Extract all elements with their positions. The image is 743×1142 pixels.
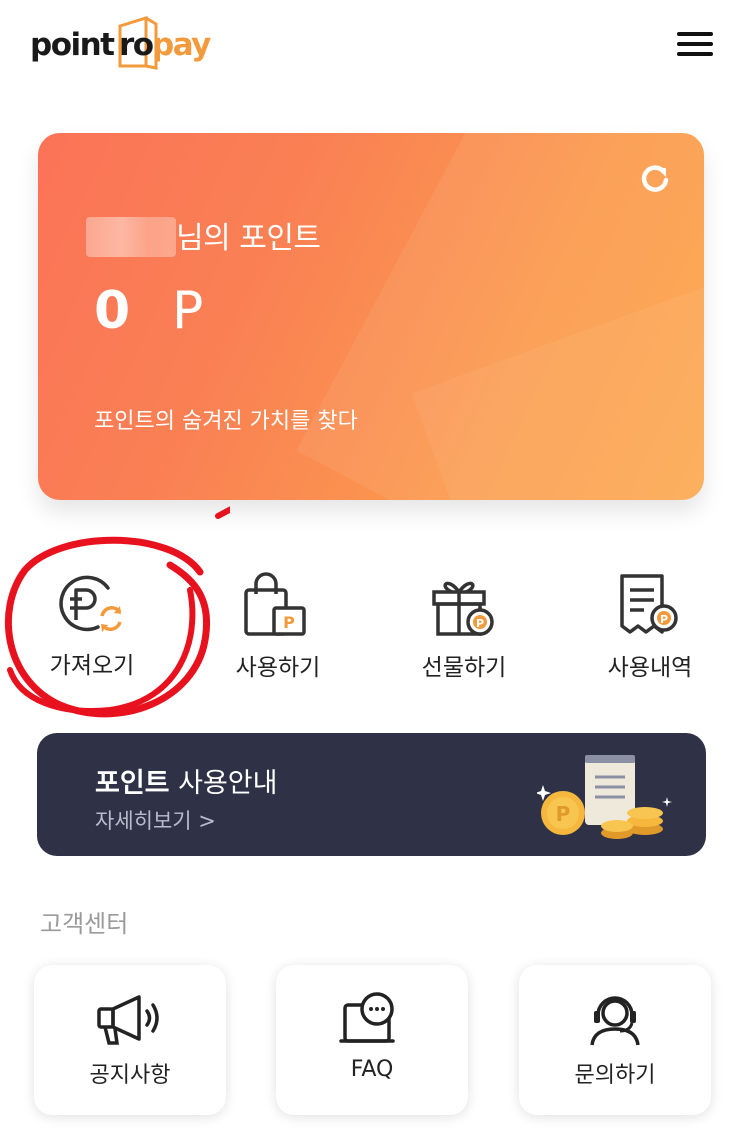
headset-agent-icon	[590, 996, 640, 1046]
refresh-icon[interactable]	[635, 158, 675, 198]
svg-text:P: P	[660, 613, 668, 626]
notice-button[interactable]: 공지사항	[34, 965, 226, 1115]
svg-text:P: P	[283, 613, 295, 632]
header: point ro pay	[0, 0, 743, 100]
guide-detail-link[interactable]: 자세히보기 >	[95, 805, 216, 835]
point-card: 님의 포인트 0 P 포인트의 숨겨진 가치를 찾다	[38, 133, 704, 500]
action-menu: 가져오기 P 사용하기 P 선물하기 P 사용내역	[0, 560, 743, 710]
coins-document-icon: P	[537, 755, 672, 839]
masked-user-name	[86, 217, 176, 257]
use-points-button[interactable]: P 사용하기	[198, 560, 358, 700]
shopping-bag-point-icon: P	[244, 572, 306, 636]
card-slogan: 포인트의 숨겨진 가치를 찾다	[94, 409, 358, 434]
hamburger-menu-icon[interactable]	[674, 28, 716, 60]
inquiry-button[interactable]: 문의하기	[519, 965, 711, 1115]
svg-text:P: P	[556, 802, 571, 826]
receipt-point-icon: P	[620, 574, 678, 634]
usage-history-button[interactable]: P 사용내역	[570, 560, 730, 700]
logo-text-pay: pay	[152, 27, 211, 63]
action-label: 선물하기	[421, 655, 507, 681]
pointropay-logo[interactable]: point ro pay	[30, 16, 215, 74]
point-card-title: 님의 포인트	[176, 221, 321, 256]
action-label: 가져오기	[49, 653, 135, 679]
gift-points-button[interactable]: P 선물하기	[384, 560, 544, 700]
action-label: 사용하기	[235, 655, 321, 681]
import-points-button[interactable]: 가져오기	[12, 560, 172, 700]
logo-text-ro: ro	[119, 27, 154, 63]
action-label: 사용내역	[607, 655, 693, 681]
svg-text:P: P	[476, 617, 484, 630]
point-exchange-icon	[59, 575, 122, 632]
logo-text-point: point	[30, 27, 115, 63]
faq-chat-icon	[339, 992, 395, 1043]
customer-center-title: 고객센터	[40, 910, 129, 938]
notice-label: 공지사항	[89, 1063, 171, 1088]
point-unit: P	[172, 281, 204, 341]
megaphone-icon	[97, 995, 159, 1045]
point-guide-banner[interactable]: 포인트 사용안내 자세히보기 > P	[37, 733, 706, 856]
guide-title: 포인트 사용안내	[95, 768, 278, 799]
faq-label: FAQ	[350, 1057, 394, 1082]
faq-button[interactable]: FAQ	[276, 965, 468, 1115]
inquiry-label: 문의하기	[574, 1063, 656, 1088]
point-balance: 0	[94, 281, 131, 341]
gift-point-icon: P	[432, 581, 494, 636]
